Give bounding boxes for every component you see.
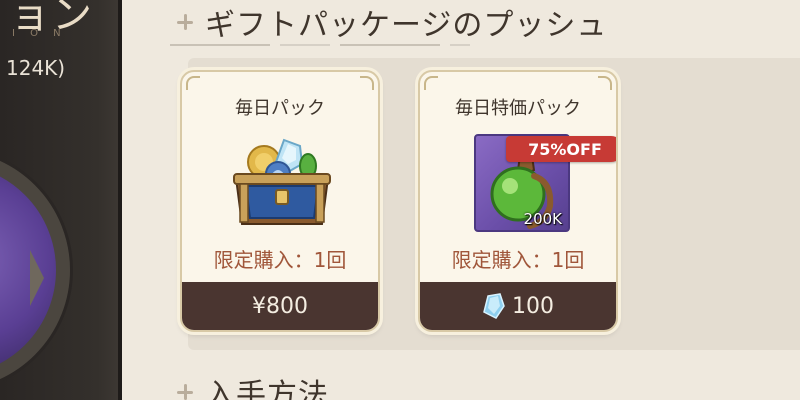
- item-quantity: 200K: [523, 210, 562, 228]
- discount-badge: 75%OFF: [506, 136, 616, 162]
- gift-push-title: ギフトパッケージのプッシュ: [205, 8, 608, 43]
- pack-name: 毎日パック: [235, 98, 325, 119]
- header-divider: [170, 44, 470, 46]
- card-corner-ornament: [360, 76, 374, 90]
- price-label: ¥800: [252, 293, 308, 319]
- card-corner-ornament: [424, 76, 438, 90]
- left-panel-count: 124K): [6, 56, 66, 80]
- treasure-chest-icon: [233, 138, 331, 225]
- panel-edge: [118, 0, 122, 400]
- purchase-limit: 限定購入：1回: [451, 248, 585, 272]
- daily-special-pack-card[interactable]: 毎日特価パック 200K 75%OFF 限定購入：1回 100: [418, 70, 618, 332]
- left-side-panel: ョン I O N 124K): [0, 0, 122, 400]
- gift-push-header: ギフトパッケージのプッシュ: [175, 0, 607, 44]
- arrow-left-icon: [30, 250, 44, 306]
- pack-name: 毎日特価パック: [455, 98, 581, 119]
- acquire-method-title: 入手方法: [205, 378, 329, 400]
- acquire-method-header: 入手方法: [175, 370, 329, 400]
- price-label: 100: [512, 293, 554, 319]
- left-panel-subtitle: I O N: [12, 28, 67, 39]
- purchase-limit: 限定購入：1回: [213, 248, 347, 272]
- buy-button[interactable]: ¥800: [182, 282, 378, 330]
- buy-button[interactable]: 100: [420, 282, 616, 330]
- plus-icon: [175, 382, 195, 400]
- card-corner-ornament: [186, 76, 200, 90]
- card-corner-ornament: [598, 76, 612, 90]
- daily-pack-card[interactable]: 毎日パック 限定購入：1回 ¥800: [180, 70, 380, 332]
- plus-icon: [175, 12, 195, 32]
- crystal-icon: [483, 293, 505, 319]
